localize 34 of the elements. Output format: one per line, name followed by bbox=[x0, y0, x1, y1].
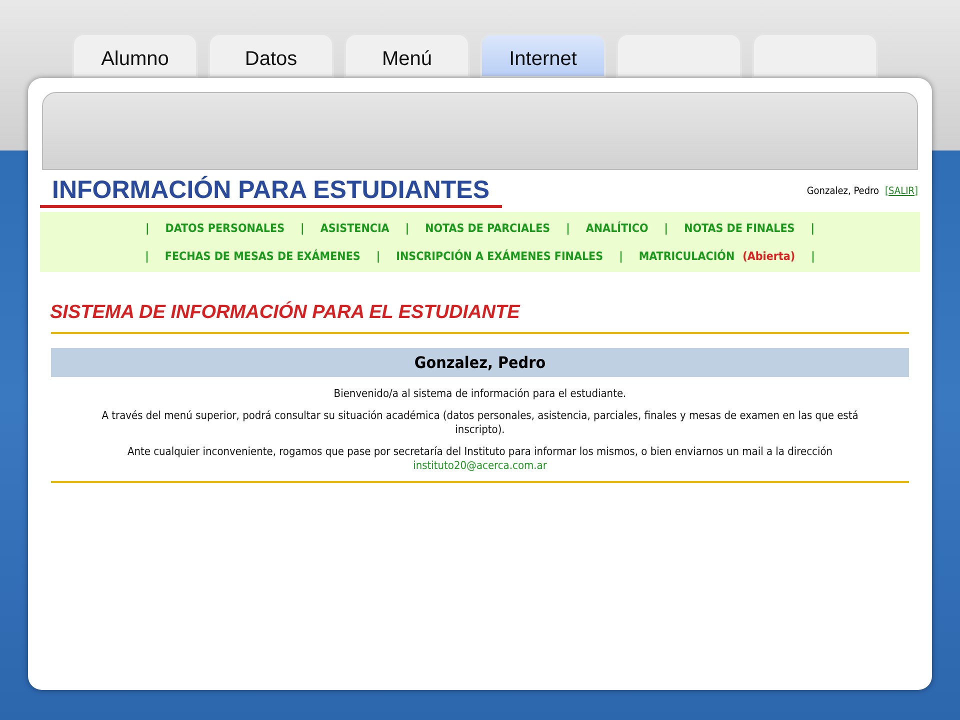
site-title: INFORMACIÓN PARA ESTUDIANTES bbox=[40, 174, 502, 208]
nav-link[interactable]: DATOS PERSONALES bbox=[165, 221, 285, 235]
paragraph: Bienvenido/a al sistema de información para el estudiante. bbox=[334, 387, 626, 400]
separator: | bbox=[566, 221, 570, 235]
user-name: Gonzalez, Pedro bbox=[806, 186, 880, 196]
email-link[interactable]: instituto20@acerca.com.ar bbox=[413, 459, 547, 472]
nav-link[interactable]: INSCRIPCIÓN A EXÁMENES FINALES bbox=[396, 249, 604, 263]
separator: | bbox=[664, 221, 668, 235]
separator: | bbox=[405, 221, 410, 235]
tab[interactable]: Datos bbox=[208, 33, 334, 78]
nav-link[interactable]: MATRICULACIÓN bbox=[638, 249, 735, 263]
tab[interactable]: Internet bbox=[480, 33, 606, 78]
nav-link[interactable]: NOTAS DE PARCIALES bbox=[425, 221, 550, 235]
nav-link[interactable]: FECHAS DE MESAS DE EXÁMENES bbox=[164, 249, 360, 263]
paragraph: Ante cualquier inconveniente, rogamos que pase por secretaría del Instituto para informar los mismos, o bien enviarnos un mail a la dirección bbox=[127, 445, 833, 458]
student-name: Gonzalez, Pedro bbox=[51, 348, 909, 377]
nav-link[interactable]: ASISTENCIA bbox=[320, 221, 390, 235]
separator: | bbox=[619, 249, 623, 263]
tab[interactable] bbox=[616, 33, 742, 78]
paragraph: A través del menú superior, podrá consultar su situación académica (datos personales, asistencia, parciales, finales y mesas de examen en las que está inscripto). bbox=[102, 409, 858, 436]
page-heading: SISTEMA DE INFORMACIÓN PARA EL ESTUDIANTE bbox=[50, 302, 522, 324]
nav-link[interactable]: NOTAS DE FINALES bbox=[684, 221, 795, 235]
nav-link[interactable]: ANALÍTICO bbox=[586, 221, 648, 235]
separator: | bbox=[300, 221, 304, 235]
tab[interactable] bbox=[752, 33, 878, 78]
separator: | bbox=[145, 249, 149, 263]
logout-link[interactable]: [SALIR] bbox=[885, 186, 918, 196]
separator: | bbox=[811, 249, 815, 263]
separator: | bbox=[376, 249, 380, 263]
separator: | bbox=[810, 221, 814, 235]
tab[interactable]: Alumno bbox=[72, 33, 198, 78]
separator: | bbox=[146, 221, 150, 235]
status-note: (Abierta) bbox=[742, 249, 796, 263]
tab[interactable]: Menú bbox=[344, 33, 470, 78]
